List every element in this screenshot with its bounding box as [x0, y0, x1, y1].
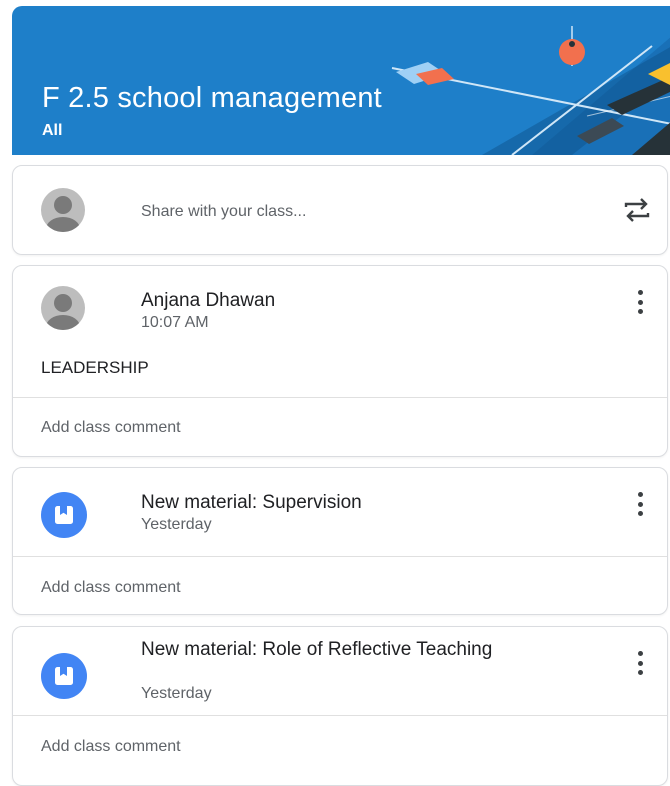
- divider: [13, 556, 667, 557]
- share-input[interactable]: Share with your class...: [141, 203, 306, 221]
- material-bookmark-icon: [41, 492, 87, 538]
- material-title[interactable]: New material: Supervision: [141, 492, 561, 514]
- material-card[interactable]: New material: Supervision Yesterday Add …: [12, 467, 668, 615]
- more-options-icon[interactable]: [637, 492, 643, 516]
- material-title[interactable]: New material: Role of Reflective Teachin…: [141, 639, 561, 661]
- person-icon: [41, 188, 85, 232]
- person-icon: [41, 286, 85, 330]
- repost-icon[interactable]: [621, 194, 653, 226]
- banner-illustration: [391, 26, 670, 155]
- divider: [13, 715, 667, 716]
- share-card[interactable]: Share with your class...: [12, 165, 668, 255]
- post-time: 10:07 AM: [141, 314, 209, 331]
- add-comment-button[interactable]: Add class comment: [41, 579, 181, 597]
- material-date: Yesterday: [141, 516, 212, 533]
- material-card[interactable]: New material: Role of Reflective Teachin…: [12, 626, 668, 786]
- more-options-icon[interactable]: [637, 290, 643, 314]
- class-filter-label: All: [42, 122, 63, 139]
- material-bookmark-icon: [41, 653, 87, 699]
- post-author: Anjana Dhawan: [141, 290, 276, 311]
- class-banner: F 2.5 school management All: [12, 6, 670, 155]
- announcement-card: Anjana Dhawan 10:07 AM LEADERSHIP Add cl…: [12, 265, 668, 457]
- divider: [13, 397, 667, 398]
- more-options-icon[interactable]: [637, 651, 643, 675]
- post-text: LEADERSHIP: [41, 358, 149, 377]
- add-comment-button[interactable]: Add class comment: [41, 419, 181, 437]
- class-title: F 2.5 school management: [42, 82, 382, 114]
- material-date: Yesterday: [141, 685, 212, 702]
- add-comment-button[interactable]: Add class comment: [41, 738, 181, 756]
